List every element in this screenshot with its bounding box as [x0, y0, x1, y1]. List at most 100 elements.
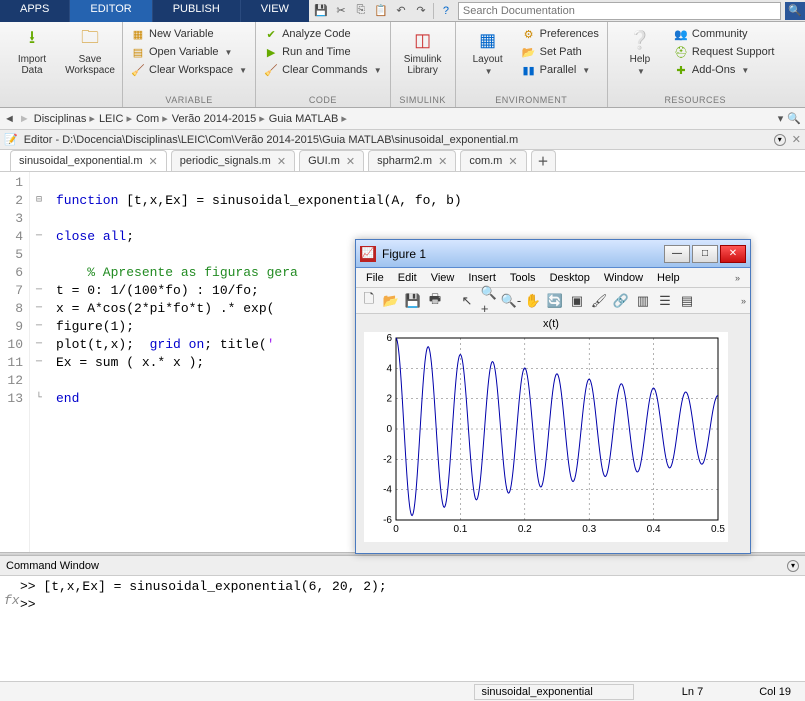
- editor-tab[interactable]: spharm2.m✕: [368, 150, 456, 171]
- new-figure-icon[interactable]: 🗋: [360, 292, 378, 310]
- layout-button[interactable]: ▦Layout▼: [462, 26, 514, 78]
- svg-text:-4: -4: [383, 485, 392, 496]
- analyze-icon: ✔: [264, 27, 278, 41]
- gear-icon: ⚙: [522, 27, 536, 41]
- search-button[interactable]: 🔍: [785, 2, 805, 20]
- save-workspace-button[interactable]: 🗀Save Workspace: [64, 26, 116, 78]
- undo-icon[interactable]: ↶: [393, 3, 409, 19]
- command-window[interactable]: fx >> [t,x,Ex] = sinusoidal_exponential(…: [0, 576, 805, 638]
- open-figure-icon[interactable]: 📂: [382, 292, 400, 310]
- new-variable-button[interactable]: ▦New Variable: [129, 26, 249, 42]
- paste-icon[interactable]: 📋: [373, 3, 389, 19]
- tab-editor[interactable]: EDITOR: [69, 0, 151, 22]
- command-window-title: Command Window ▾: [0, 556, 805, 576]
- new-tab-button[interactable]: ＋: [531, 150, 556, 171]
- menu-window[interactable]: Window: [598, 271, 649, 285]
- tab-view[interactable]: VIEW: [240, 0, 309, 22]
- dock-command-icon[interactable]: ▾: [787, 560, 799, 572]
- zoom-in-icon[interactable]: 🔍+: [480, 292, 498, 310]
- set-path-button[interactable]: 📂Set Path: [520, 44, 601, 60]
- toolstrip: ⭳Import Data 🗀Save Workspace ▦New Variab…: [0, 22, 805, 108]
- menu-insert[interactable]: Insert: [462, 271, 502, 285]
- tab-publish[interactable]: PUBLISH: [152, 0, 240, 22]
- menu-tools[interactable]: Tools: [504, 271, 542, 285]
- editor-tab[interactable]: GUI.m✕: [299, 150, 364, 171]
- pointer-icon[interactable]: ↖: [458, 292, 476, 310]
- crumb-3[interactable]: Verão 2014-2015: [172, 112, 265, 125]
- plottools-icon[interactable]: ▤: [678, 292, 696, 310]
- pan-icon[interactable]: ✋: [524, 292, 542, 310]
- link-icon[interactable]: 🔗: [612, 292, 630, 310]
- parallel-button[interactable]: ▮▮Parallel▼: [520, 62, 601, 78]
- dock-icon[interactable]: ▾: [774, 134, 786, 146]
- svg-text:6: 6: [386, 333, 392, 344]
- editor-tab[interactable]: periodic_signals.m✕: [171, 150, 295, 171]
- redo-icon[interactable]: ↷: [413, 3, 429, 19]
- figure-window[interactable]: 📈 Figure 1 — □ ✕ File Edit View Insert T…: [355, 239, 751, 554]
- save-icon[interactable]: 💾: [313, 3, 329, 19]
- open-variable-button[interactable]: ▤Open Variable▼: [129, 44, 249, 60]
- close-tab-icon[interactable]: ✕: [346, 155, 355, 168]
- simulink-icon: ◫: [411, 28, 435, 52]
- print-icon[interactable]: 🖶: [426, 292, 444, 310]
- save-workspace-icon: 🗀: [78, 28, 102, 52]
- toolbar-overflow-icon[interactable]: »: [741, 296, 746, 306]
- save-figure-icon[interactable]: 💾: [404, 292, 422, 310]
- help-circle-icon: ❔: [628, 28, 652, 52]
- menu-overflow-icon[interactable]: »: [729, 272, 746, 284]
- community-button[interactable]: 👥Community: [672, 26, 777, 42]
- editor-tab[interactable]: sinusoidal_exponential.m✕: [10, 150, 167, 171]
- maximize-button[interactable]: □: [692, 245, 718, 263]
- help-button[interactable]: ❔Help▼: [614, 26, 666, 78]
- preferences-button[interactable]: ⚙Preferences: [520, 26, 601, 42]
- run-time-button[interactable]: ▶Run and Time: [262, 44, 384, 60]
- datacursor-icon[interactable]: ▣: [568, 292, 586, 310]
- crumb-0[interactable]: Disciplinas: [34, 112, 95, 125]
- colorbar-icon[interactable]: ▥: [634, 292, 652, 310]
- addons-button[interactable]: ✚Add-Ons▼: [672, 62, 777, 78]
- close-editor-icon[interactable]: ✕: [792, 133, 801, 146]
- fold-gutter[interactable]: ⊟──────└: [30, 172, 48, 552]
- minimize-button[interactable]: —: [664, 245, 690, 263]
- cut-icon[interactable]: ✂: [333, 3, 349, 19]
- copy-icon[interactable]: ⎘: [353, 3, 369, 19]
- close-tab-icon[interactable]: ✕: [277, 155, 286, 168]
- editor-tab[interactable]: com.m✕: [460, 150, 526, 171]
- close-window-button[interactable]: ✕: [720, 245, 746, 263]
- clear-workspace-button[interactable]: 🧹Clear Workspace▼: [129, 62, 249, 78]
- menu-view[interactable]: View: [425, 271, 461, 285]
- clear-commands-icon: 🧹: [264, 63, 278, 77]
- search-folder-icon[interactable]: 🔍: [787, 112, 801, 125]
- crumb-1[interactable]: LEIC: [99, 112, 132, 125]
- forward-icon[interactable]: ►: [19, 113, 30, 125]
- brush-icon[interactable]: 🖌: [590, 292, 608, 310]
- tab-apps[interactable]: APPS: [0, 0, 69, 22]
- back-icon[interactable]: ◄: [4, 113, 15, 125]
- import-data-button[interactable]: ⭳Import Data: [6, 26, 58, 78]
- zoom-out-icon[interactable]: 🔍-: [502, 292, 520, 310]
- analyze-code-button[interactable]: ✔Analyze Code: [262, 26, 384, 42]
- menu-edit[interactable]: Edit: [392, 271, 423, 285]
- help-icon[interactable]: ?: [438, 3, 454, 19]
- simulink-library-button[interactable]: ◫Simulink Library: [397, 26, 449, 78]
- legend-icon[interactable]: ☰: [656, 292, 674, 310]
- close-tab-icon[interactable]: ✕: [438, 155, 447, 168]
- menu-desktop[interactable]: Desktop: [544, 271, 596, 285]
- search-input[interactable]: [458, 2, 781, 20]
- run-time-icon: ▶: [264, 45, 278, 59]
- menu-help[interactable]: Help: [651, 271, 686, 285]
- clear-commands-button[interactable]: 🧹Clear Commands▼: [262, 62, 384, 78]
- close-tab-icon[interactable]: ✕: [149, 155, 158, 168]
- menu-file[interactable]: File: [360, 271, 390, 285]
- rotate-icon[interactable]: 🔄: [546, 292, 564, 310]
- status-filename: sinusoidal_exponential: [474, 684, 633, 700]
- close-tab-icon[interactable]: ✕: [508, 155, 517, 168]
- svg-text:-6: -6: [383, 515, 392, 526]
- breadcrumb-dropdown-icon[interactable]: ▾: [778, 112, 784, 125]
- svg-text:0.5: 0.5: [711, 524, 725, 535]
- request-support-button[interactable]: ⛑Request Support: [672, 44, 777, 60]
- crumb-4[interactable]: Guia MATLAB: [269, 112, 347, 125]
- crumb-2[interactable]: Com: [136, 112, 168, 125]
- group-label-variable: VARIABLE: [123, 94, 255, 107]
- figure-titlebar[interactable]: 📈 Figure 1 — □ ✕: [356, 240, 750, 268]
